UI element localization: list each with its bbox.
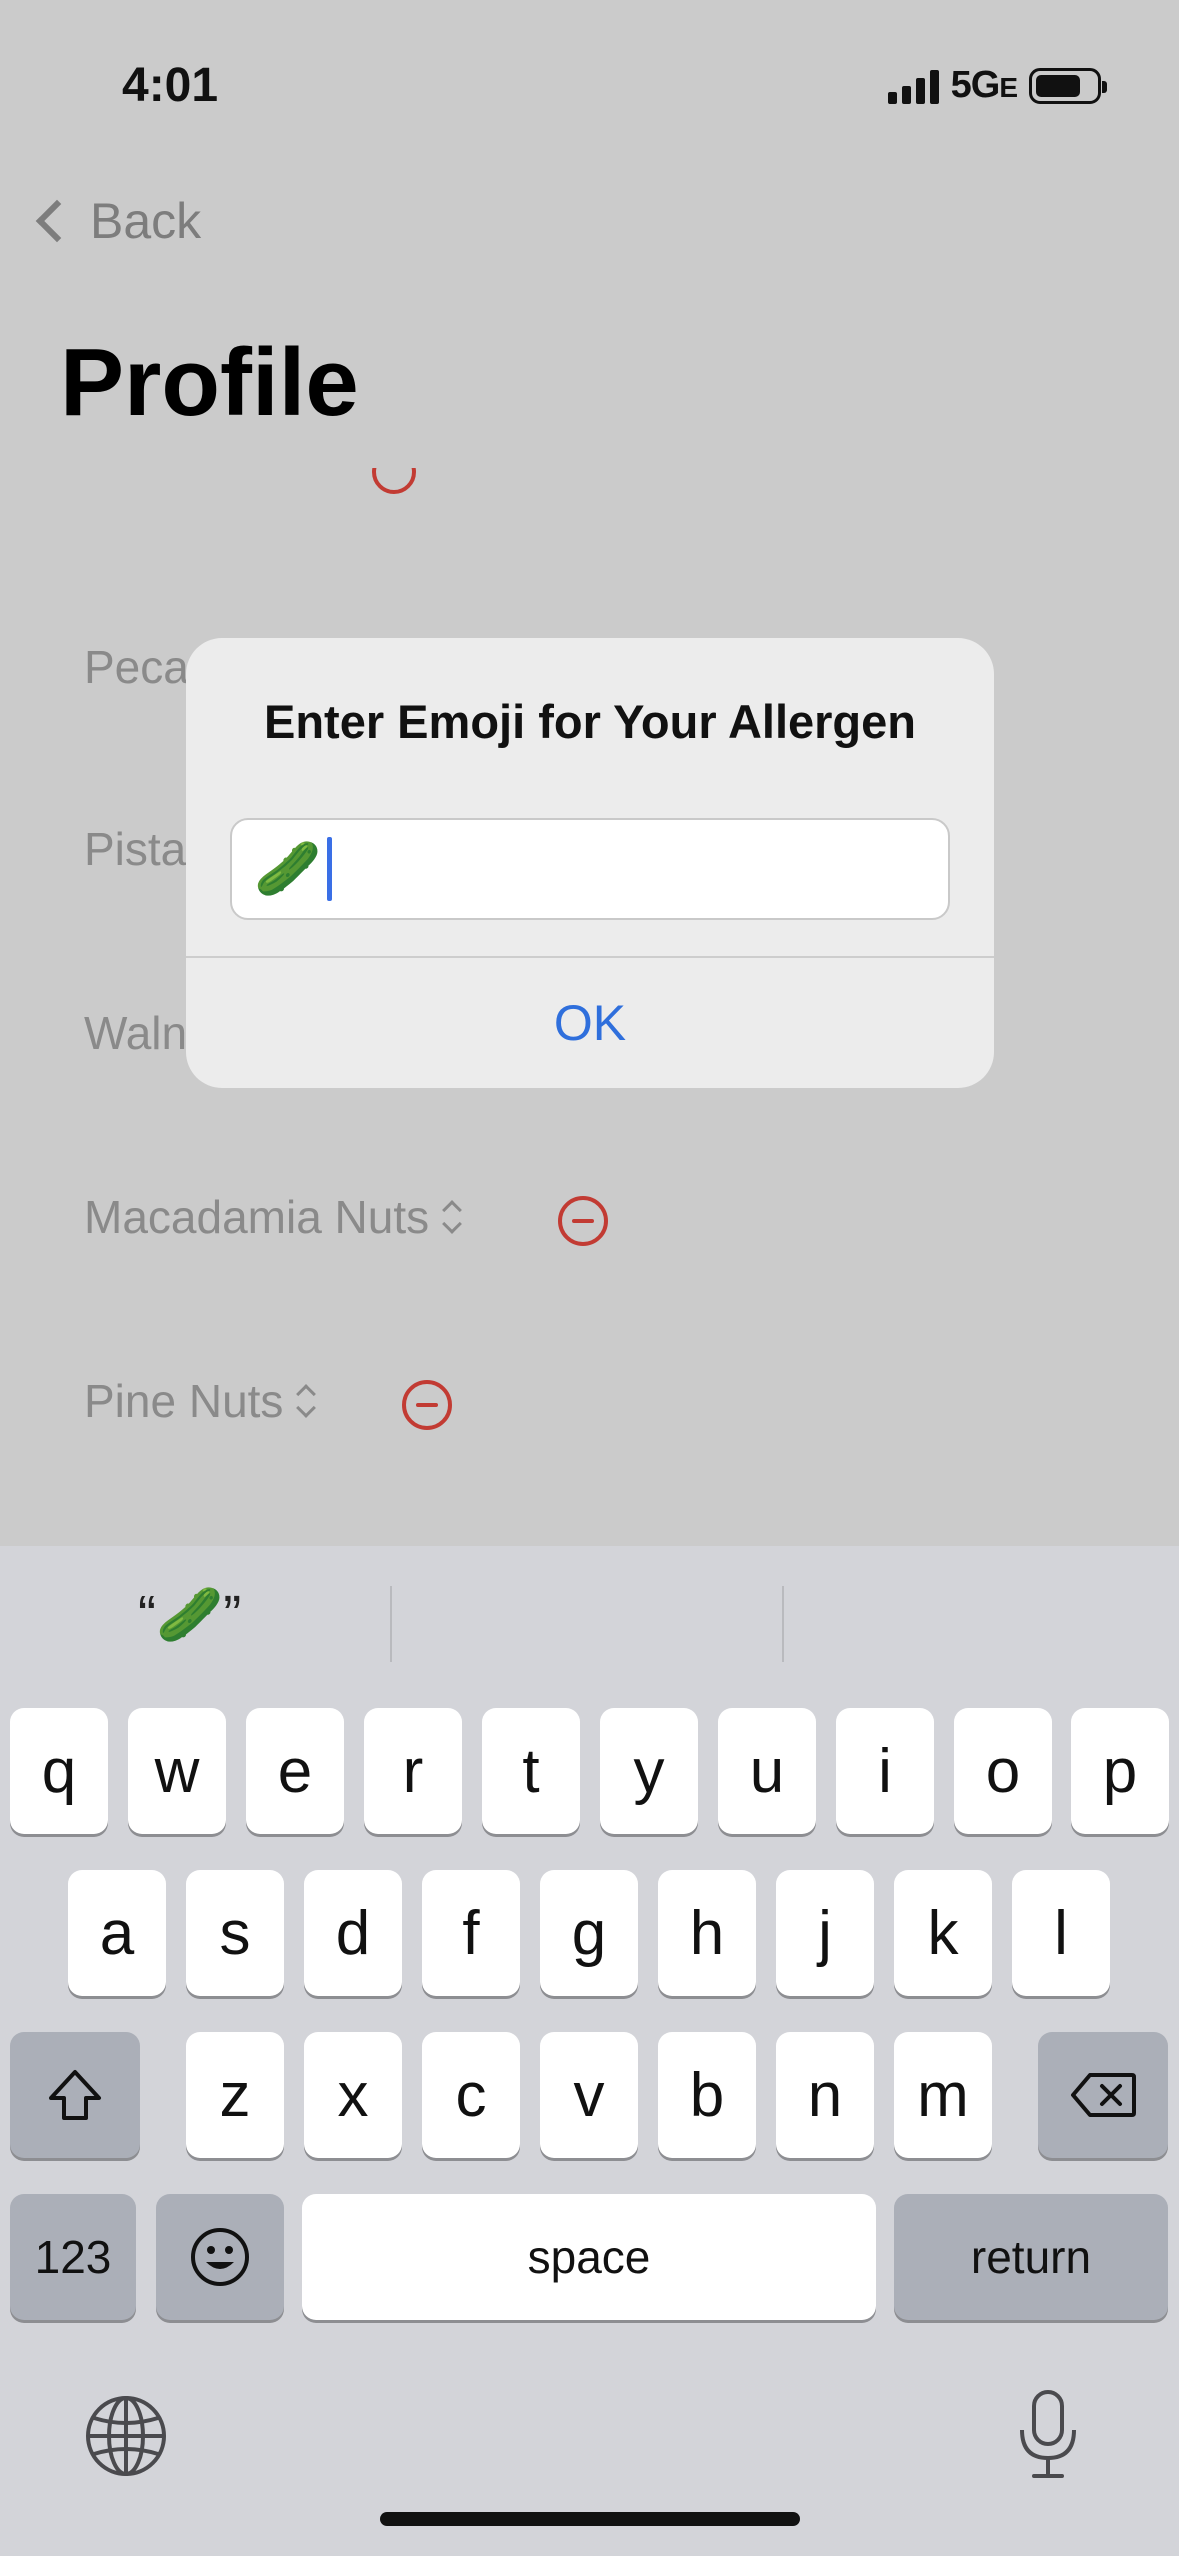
key-n[interactable]: n	[776, 2032, 874, 2158]
key-m[interactable]: m	[894, 2032, 992, 2158]
key-t[interactable]: t	[482, 1708, 580, 1834]
key-p[interactable]: p	[1071, 1708, 1169, 1834]
allergen-name: Waln	[84, 1007, 188, 1059]
key-v[interactable]: v	[540, 2032, 638, 2158]
battery-icon	[1029, 67, 1107, 104]
key-y[interactable]: y	[600, 1708, 698, 1834]
alert-title: Enter Emoji for Your Allergen	[263, 695, 916, 748]
key-e[interactable]: e	[246, 1708, 344, 1834]
key-z[interactable]: z	[186, 2032, 284, 2158]
allergen-name: Macadamia Nuts	[84, 1191, 430, 1243]
key-x[interactable]: x	[304, 2032, 402, 2158]
allergen-name: Pine Nuts	[84, 1375, 284, 1427]
keyboard: “🥒” q w e r t y u i o p a s d f g h j k …	[0, 1546, 1179, 2556]
prediction-divider	[390, 1586, 392, 1662]
key-r[interactable]: r	[364, 1708, 462, 1834]
backspace-icon	[1071, 2073, 1136, 2117]
key-a[interactable]: a	[68, 1870, 166, 1996]
key-w[interactable]: w	[128, 1708, 226, 1834]
prediction-divider	[782, 1586, 784, 1662]
allergen-row[interactable]: Pista	[84, 822, 186, 876]
key-d[interactable]: d	[304, 1870, 402, 1996]
allergen-name: Pista	[84, 823, 187, 875]
prediction-suggestion[interactable]: “🥒”	[138, 1584, 241, 1647]
network-type: 5GE	[950, 64, 1018, 106]
back-label: Back	[90, 193, 202, 249]
shift-icon	[49, 2070, 101, 2120]
emoji-key[interactable]	[156, 2194, 284, 2320]
return-key[interactable]: return	[894, 2194, 1168, 2320]
cellular-signal-icon	[887, 68, 939, 104]
allergen-row[interactable]: Waln	[84, 1006, 187, 1060]
key-j[interactable]: j	[776, 1870, 874, 1996]
status-icons: 5GE	[887, 64, 1107, 107]
status-time: 4:01	[122, 59, 219, 112]
chevron-left-icon	[35, 199, 79, 243]
key-k[interactable]: k	[894, 1870, 992, 1996]
allergen-row[interactable]: Pine Nuts	[84, 1374, 317, 1428]
shift-key[interactable]	[10, 2032, 140, 2158]
chevron-up-down-icon[interactable]	[441, 1197, 463, 1237]
page-title: Profile	[60, 329, 359, 436]
remove-icon[interactable]	[402, 1380, 452, 1430]
key-g[interactable]: g	[540, 1870, 638, 1996]
key-u[interactable]: u	[718, 1708, 816, 1834]
key-b[interactable]: b	[658, 2032, 756, 2158]
key-f[interactable]: f	[422, 1870, 520, 1996]
remove-icon[interactable]	[372, 468, 416, 506]
emoji-input-value: 🥒	[254, 838, 322, 899]
emoji-input[interactable]: 🥒	[230, 818, 950, 920]
emoji-alert-dialog: Enter Emoji for Your Allergen 🥒 OK	[186, 638, 994, 1088]
smiley-icon	[191, 2228, 249, 2286]
chevron-up-down-icon[interactable]	[295, 1381, 317, 1421]
microphone-icon[interactable]	[1016, 2388, 1080, 2480]
ok-button[interactable]: OK	[186, 958, 994, 1088]
remove-icon[interactable]	[558, 1196, 608, 1246]
text-caret	[327, 837, 333, 901]
globe-icon[interactable]	[84, 2394, 168, 2478]
numbers-key[interactable]: 123	[10, 2194, 136, 2320]
key-c[interactable]: c	[422, 2032, 520, 2158]
space-key[interactable]: space	[302, 2194, 876, 2320]
key-l[interactable]: l	[1012, 1870, 1110, 1996]
key-q[interactable]: q	[10, 1708, 108, 1834]
backspace-key[interactable]	[1038, 2032, 1168, 2158]
key-o[interactable]: o	[954, 1708, 1052, 1834]
back-button[interactable]: Back	[26, 192, 201, 250]
home-indicator[interactable]	[380, 2512, 800, 2526]
allergen-row[interactable]: Macadamia Nuts	[84, 1190, 463, 1244]
prediction-bar: “🥒”	[0, 1546, 1179, 1686]
key-s[interactable]: s	[186, 1870, 284, 1996]
allergen-row[interactable]: Peca	[84, 640, 189, 694]
key-i[interactable]: i	[836, 1708, 934, 1834]
key-h[interactable]: h	[658, 1870, 756, 1996]
allergen-name: Peca	[84, 641, 189, 693]
